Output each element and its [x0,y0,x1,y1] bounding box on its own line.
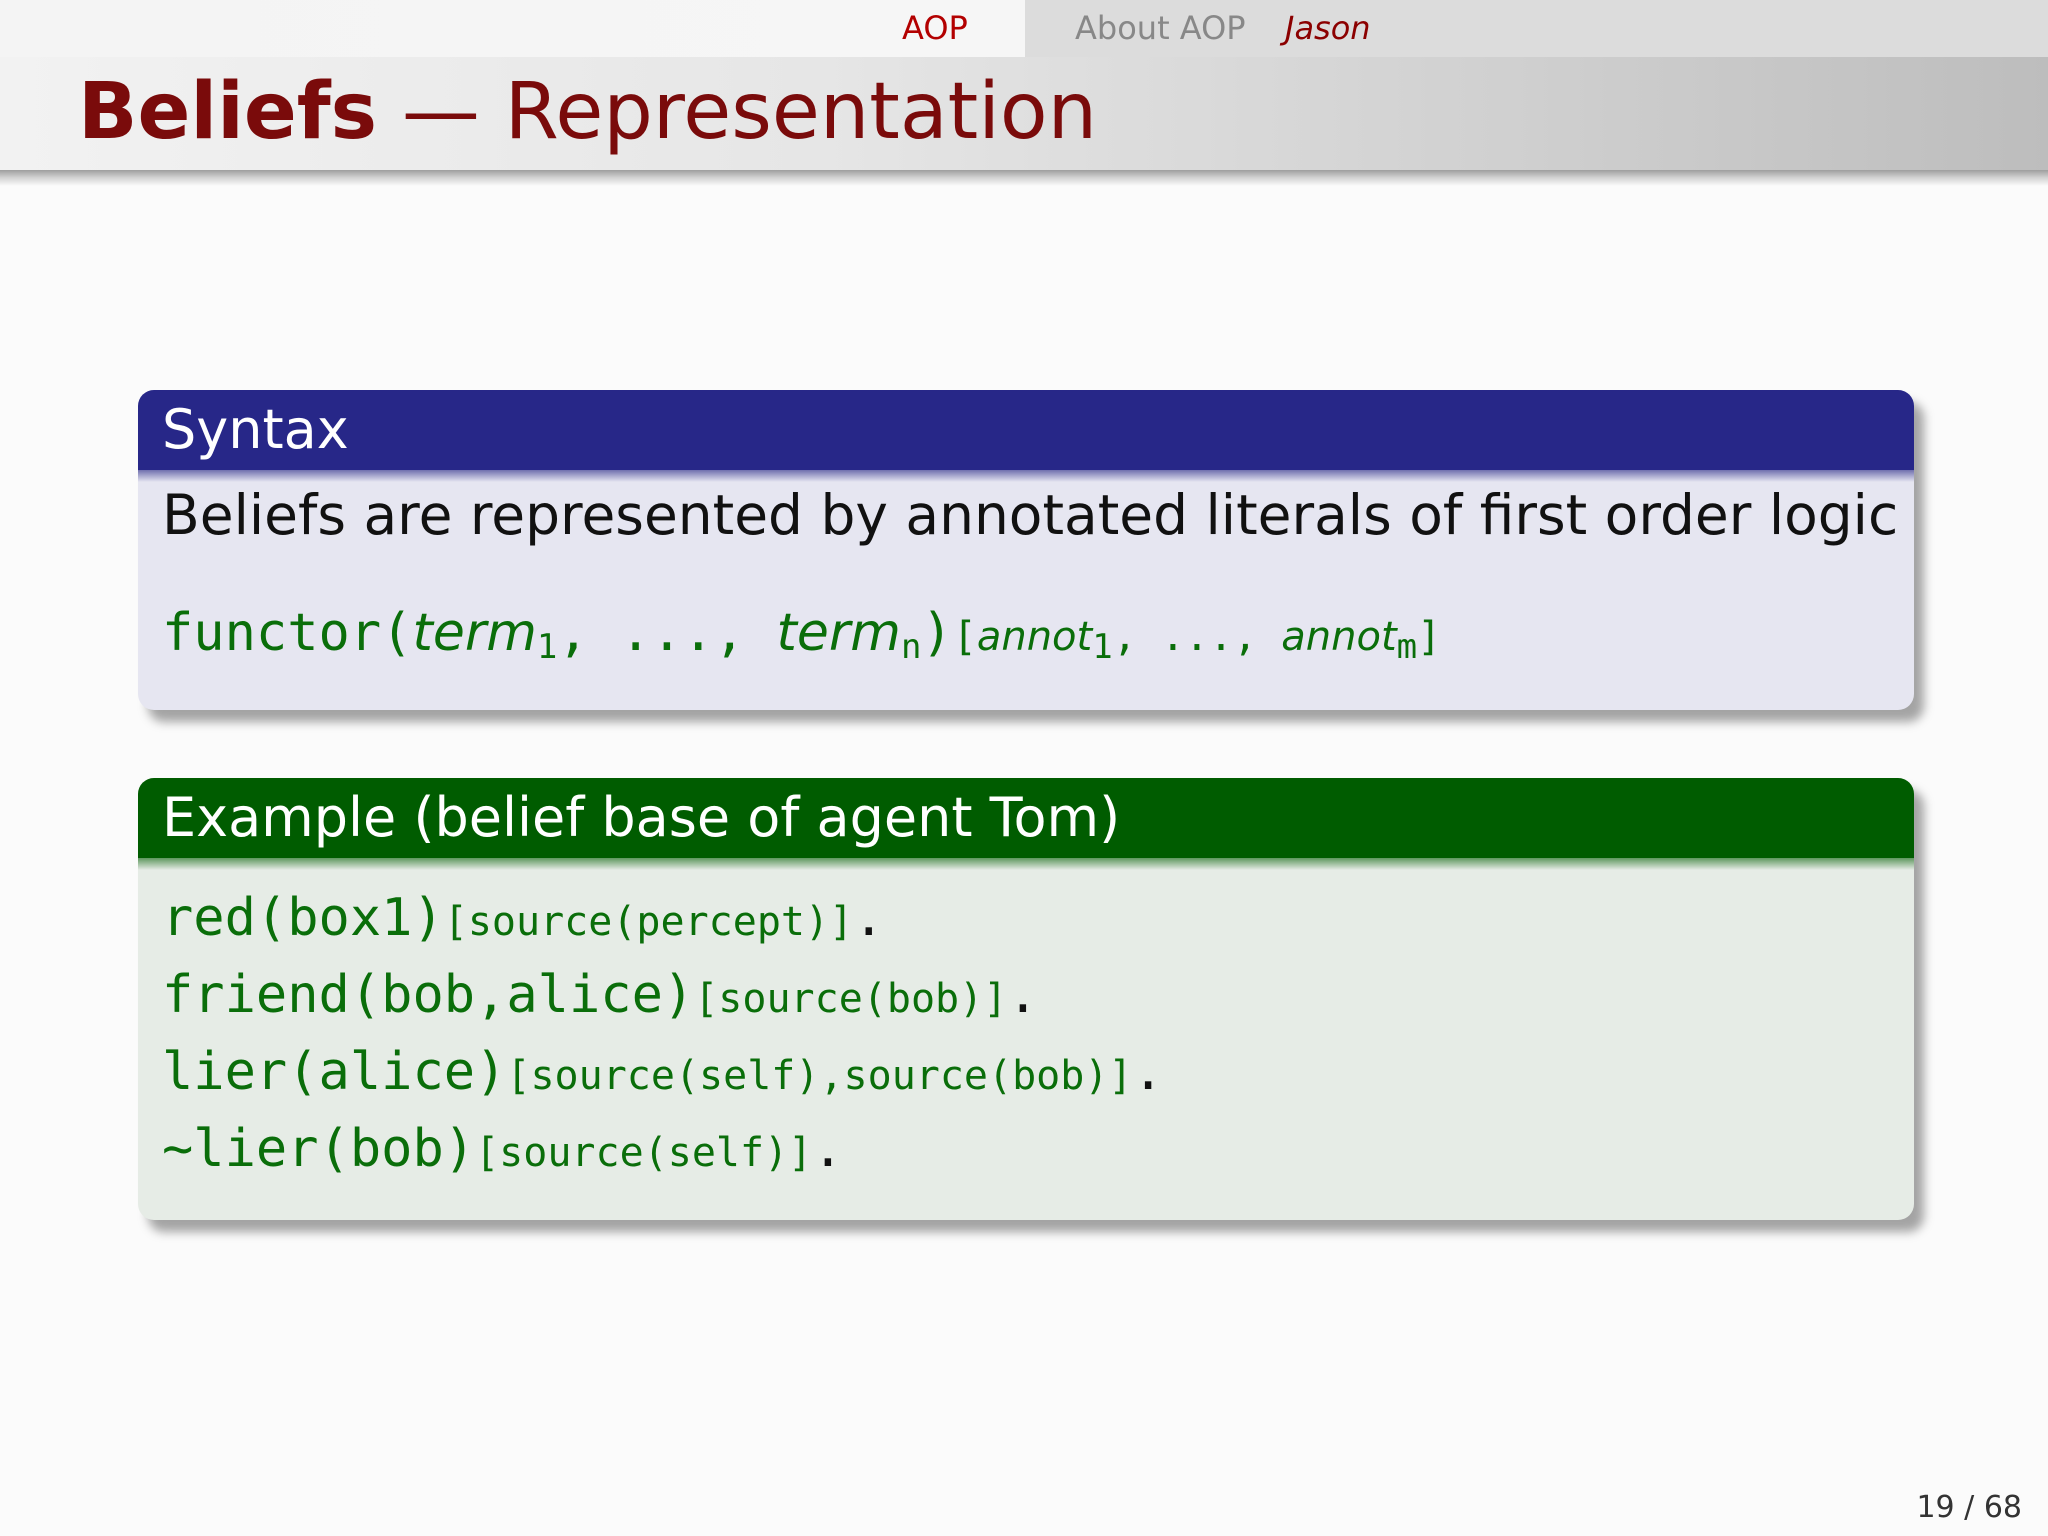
nav-section-aop[interactable]: AOP [902,8,968,48]
formula-annot1-subscript: 1 [1092,627,1113,667]
belief-terminator: . [1007,965,1039,1025]
nav-subsection-about-aop[interactable]: About AOP [1075,8,1246,48]
nav-subsection-jason[interactable]: Jason [1285,8,1371,48]
belief-annotation: [source(percept)] [443,899,854,945]
belief-line: ~lier(bob)[source(self)]. [162,1111,1164,1188]
page-number: 19 / 68 [1916,1490,2022,1525]
title-bold-part: Beliefs [78,67,378,157]
navigation-left-panel [0,0,1025,57]
syntax-block-header: Syntax [138,390,1914,482]
syntax-block: Syntax Beliefs are represented by annota… [138,390,1914,710]
navigation-bar: AOP About AOP Jason [0,0,2048,57]
formula-functor: functor( [162,603,413,663]
belief-line: lier(alice)[source(self),source(bob)]. [162,1034,1164,1111]
page-title: Beliefs — Representation [78,62,1097,162]
belief-annotation: [source(self)] [475,1130,813,1176]
belief-line: friend(bob,alice)[source(bob)]. [162,957,1164,1034]
syntax-description: Beliefs are represented by annotated lit… [162,483,1899,547]
formula-separator-1: , ..., [557,603,777,663]
belief-terminator: . [853,888,885,948]
belief-literal: ~lier(bob) [162,1119,476,1179]
formula-term1: term [412,603,537,663]
title-rest-part: — Representation [377,67,1098,157]
syntax-formula: functor(term1, ..., termn)[annot1, ..., … [162,598,1441,682]
formula-annot-close: ] [1417,614,1442,660]
formula-term1-subscript: 1 [536,627,558,667]
formula-termn: term [776,603,901,663]
belief-line: red(box1)[source(percept)]. [162,880,1164,957]
formula-close-paren: ) [921,603,953,663]
belief-terminator: . [812,1119,844,1179]
belief-literal: red(box1) [162,888,444,948]
belief-terminator: . [1132,1042,1164,1102]
belief-annotation: [source(bob)] [694,976,1008,1022]
formula-annotm: annot [1281,614,1397,660]
belief-list: red(box1)[source(percept)]. friend(bob,a… [162,880,1164,1188]
example-block: Example (belief base of agent Tom) red(b… [138,778,1914,1220]
example-block-header: Example (belief base of agent Tom) [138,778,1914,870]
formula-annot-open: [ [952,614,977,660]
belief-literal: lier(alice) [162,1042,507,1102]
formula-separator-2: , ..., [1112,614,1282,660]
formula-termn-subscript: n [900,627,922,667]
formula-annot1: annot [976,614,1093,660]
belief-annotation: [source(self),source(bob)] [506,1053,1133,1099]
title-bar-shadow [0,170,2048,186]
belief-literal: friend(bob,alice) [162,965,695,1025]
formula-annotm-subscript: m [1396,627,1418,667]
